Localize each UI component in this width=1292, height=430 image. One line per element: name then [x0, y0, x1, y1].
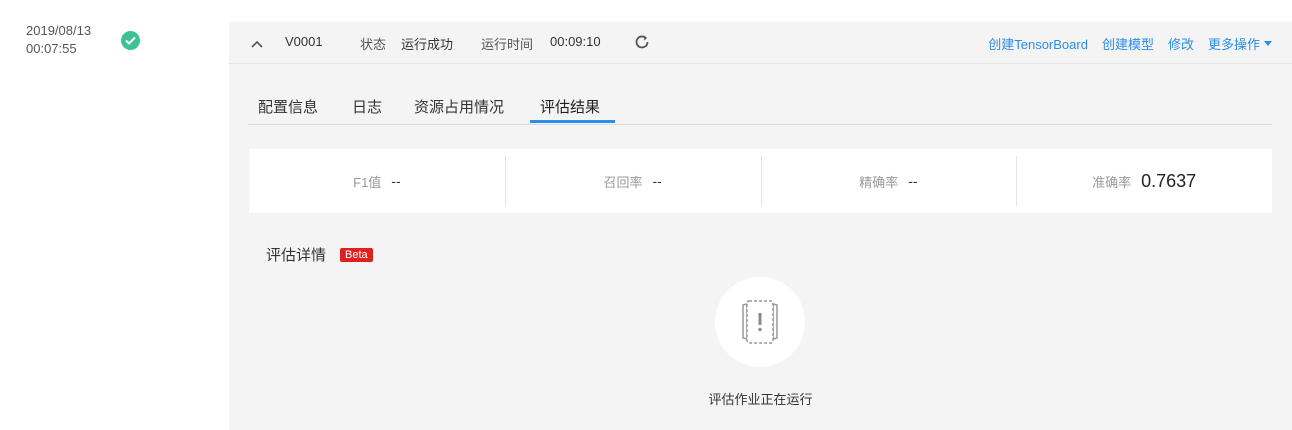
metric-recall: 召回率 --: [504, 149, 761, 213]
tab-config[interactable]: 配置信息: [258, 96, 318, 117]
metric-value: --: [908, 173, 918, 189]
metric-precision: 精确率 --: [760, 149, 1017, 213]
metric-f1: F1值 --: [249, 149, 505, 213]
metric-label: 准确率: [1092, 174, 1132, 190]
status-value: 运行成功: [401, 37, 454, 52]
version-label: V0001: [285, 34, 323, 49]
run-date: 2019/08/13: [26, 23, 92, 38]
version-header: V0001 状态 运行成功 运行时间 00:09:10 创建TensorBoar…: [229, 22, 1292, 64]
metric-value: --: [652, 173, 662, 189]
beta-badge: Beta: [340, 247, 373, 262]
run-timestamp: 2019/08/13 00:07:55: [26, 22, 91, 58]
tab-logs[interactable]: 日志: [352, 96, 382, 117]
document-warning-icon: [715, 277, 805, 367]
edit-link[interactable]: 修改: [1168, 34, 1194, 53]
metric-value: 0.7637: [1141, 170, 1197, 191]
version-panel: V0001 状态 运行成功 运行时间 00:09:10 创建TensorBoar…: [229, 22, 1292, 430]
runtime-value: 00:09:10: [550, 34, 601, 49]
check-circle-icon: [121, 31, 140, 50]
status-label: 状态: [360, 37, 387, 52]
active-tab-indicator: [530, 120, 615, 123]
create-tensorboard-link[interactable]: 创建TensorBoard: [988, 34, 1088, 53]
more-actions-dropdown[interactable]: 更多操作: [1208, 34, 1272, 53]
refresh-icon[interactable]: [633, 33, 651, 54]
metric-value: --: [391, 173, 401, 189]
metric-accuracy: 准确率 0.7637: [1016, 149, 1272, 213]
empty-state-message: 评估作业正在运行: [708, 392, 813, 407]
detail-tabs: 配置信息 日志 资源占用情况 评估结果: [248, 96, 1272, 125]
create-model-link[interactable]: 创建模型: [1102, 34, 1154, 53]
tab-evaluation[interactable]: 评估结果: [540, 96, 600, 117]
metrics-summary: F1值 -- 召回率 -- 精确率 -- 准确率 0.7637: [249, 149, 1272, 213]
metric-label: 精确率: [859, 174, 899, 190]
detail-title-text: 评估详情: [266, 247, 327, 264]
header-actions: 创建TensorBoard 创建模型 修改 更多操作: [988, 34, 1272, 53]
caret-down-icon: [1264, 41, 1272, 46]
chevron-up-icon[interactable]: [251, 36, 263, 51]
metric-label: 召回率: [603, 174, 643, 190]
evaluation-detail-title: 评估详情 Beta: [266, 244, 373, 265]
tab-resources[interactable]: 资源占用情况: [414, 96, 504, 117]
runtime-label: 运行时间: [481, 37, 534, 52]
metric-label: F1值: [353, 174, 382, 190]
run-time: 00:07:55: [26, 41, 77, 56]
more-actions-label: 更多操作: [1207, 37, 1260, 52]
